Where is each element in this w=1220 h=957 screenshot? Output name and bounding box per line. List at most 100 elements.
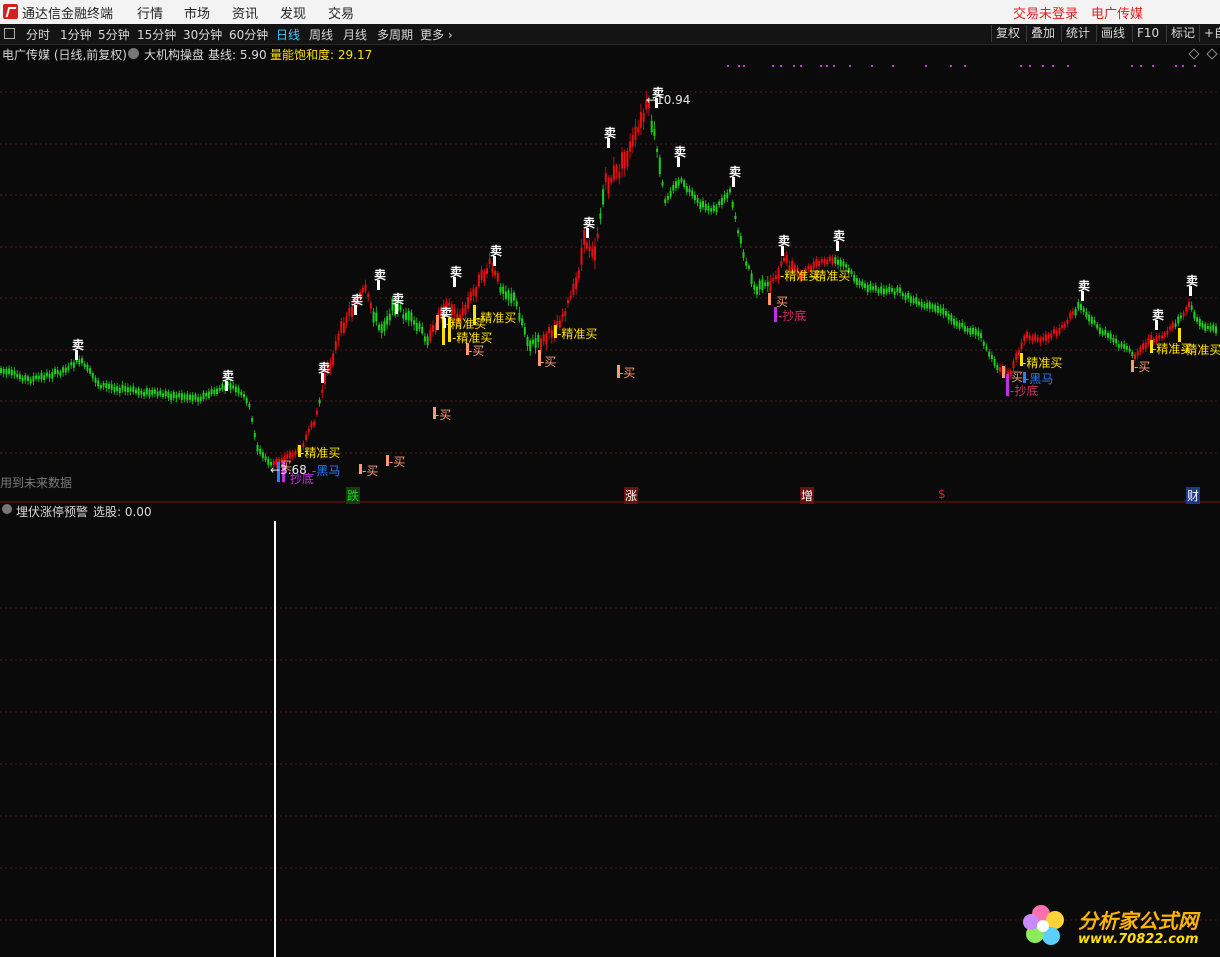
candle-body xyxy=(402,314,405,319)
candle-body xyxy=(167,391,170,398)
candle-body xyxy=(405,312,407,320)
candle-body xyxy=(656,148,659,152)
candle-body xyxy=(383,321,386,331)
candle-body xyxy=(1050,332,1053,338)
chart-canvas[interactable] xyxy=(0,0,1220,957)
candle-body xyxy=(1144,342,1147,349)
magenta-dot xyxy=(1140,65,1142,67)
candle-body xyxy=(2,368,5,374)
event-marker[interactable]: 增 xyxy=(800,487,815,504)
candle-body xyxy=(10,369,13,376)
candle-body xyxy=(27,376,29,381)
candle-body xyxy=(37,375,40,379)
candle-body xyxy=(704,204,707,211)
magenta-dot xyxy=(1194,65,1196,67)
candle-body xyxy=(1182,312,1185,317)
candle-body xyxy=(629,141,632,152)
candle-body xyxy=(469,291,472,301)
event-marker[interactable]: $ xyxy=(937,487,947,501)
candle-body xyxy=(110,384,113,390)
candle-body xyxy=(1069,312,1072,319)
candle-body xyxy=(950,314,953,322)
event-marker[interactable]: 财 xyxy=(1186,487,1201,504)
candle-body xyxy=(572,283,575,295)
candle-body xyxy=(637,127,640,133)
candle-body xyxy=(264,456,267,460)
sub-indicator-icon[interactable] xyxy=(2,504,12,514)
candle-body xyxy=(105,383,108,388)
candle-body xyxy=(504,291,507,299)
candle-body xyxy=(1071,311,1074,315)
candle-body xyxy=(1023,335,1026,342)
candle-body xyxy=(899,287,902,293)
candle-body xyxy=(982,341,985,346)
candle-body xyxy=(170,393,173,401)
candle-body xyxy=(1047,334,1050,340)
candle-body xyxy=(1088,314,1091,322)
sell-mark: 卖 xyxy=(450,265,463,279)
candle-body xyxy=(1090,317,1093,324)
candle-body xyxy=(831,258,834,264)
candle-body xyxy=(915,297,918,305)
sub-indicator-name[interactable]: 埋伏涨停预警 xyxy=(16,503,88,520)
candle-body xyxy=(1179,315,1182,319)
candle-body xyxy=(213,389,216,394)
candle-body xyxy=(872,286,875,290)
candle-body xyxy=(1058,328,1061,334)
candle-body xyxy=(507,290,510,300)
magenta-dot xyxy=(1067,65,1069,67)
candle-body xyxy=(1034,334,1037,341)
sell-mark: 卖 xyxy=(674,145,687,159)
candle-body xyxy=(221,384,224,390)
candle-body xyxy=(340,321,343,333)
sell-mark: 卖 xyxy=(604,126,617,140)
candle-body xyxy=(513,292,515,301)
candle-body xyxy=(1026,331,1028,338)
candle-body xyxy=(726,192,729,198)
candle-body xyxy=(580,248,583,265)
candle-body xyxy=(882,288,885,295)
candle-body xyxy=(769,280,772,292)
candle-body xyxy=(575,277,578,290)
candle-body xyxy=(1166,330,1169,335)
candle-body xyxy=(172,391,175,399)
candle-body xyxy=(199,396,202,402)
candle-body xyxy=(248,403,251,408)
candle-body xyxy=(585,242,588,249)
candle-body xyxy=(1147,337,1150,344)
sell-mark: 卖 xyxy=(833,229,846,243)
candle-body xyxy=(631,134,634,147)
candle-body xyxy=(35,375,38,379)
candle-body xyxy=(40,372,43,380)
candle-body xyxy=(1098,327,1101,334)
candle-body xyxy=(186,393,189,401)
candle-body xyxy=(502,286,505,294)
magenta-dot xyxy=(793,65,795,67)
candle-body xyxy=(766,281,769,287)
candle-body xyxy=(531,339,534,344)
event-marker[interactable]: 跌 xyxy=(346,487,361,504)
candle-body xyxy=(337,334,340,341)
candle-body xyxy=(491,267,494,273)
candle-body xyxy=(774,275,777,280)
precise-buy-label: -精准买 xyxy=(1022,356,1063,370)
magenta-dot xyxy=(800,65,802,67)
candle-body xyxy=(145,388,148,395)
magenta-dot xyxy=(826,65,828,67)
event-marker[interactable]: 涨 xyxy=(624,487,639,504)
candle-body xyxy=(153,389,156,394)
candle-body xyxy=(205,393,208,397)
candle-body xyxy=(99,385,102,389)
candle-body xyxy=(5,369,8,375)
candle-body xyxy=(885,288,888,293)
candle-body xyxy=(1158,335,1161,339)
candle-body xyxy=(693,194,696,200)
candle-body xyxy=(1080,304,1082,311)
candle-body xyxy=(245,398,248,404)
candle-body xyxy=(118,387,121,393)
candle-body xyxy=(8,368,11,375)
candle-body xyxy=(132,386,135,393)
candle-body xyxy=(48,373,51,378)
candle-body xyxy=(202,392,205,400)
candle-body xyxy=(731,201,734,208)
